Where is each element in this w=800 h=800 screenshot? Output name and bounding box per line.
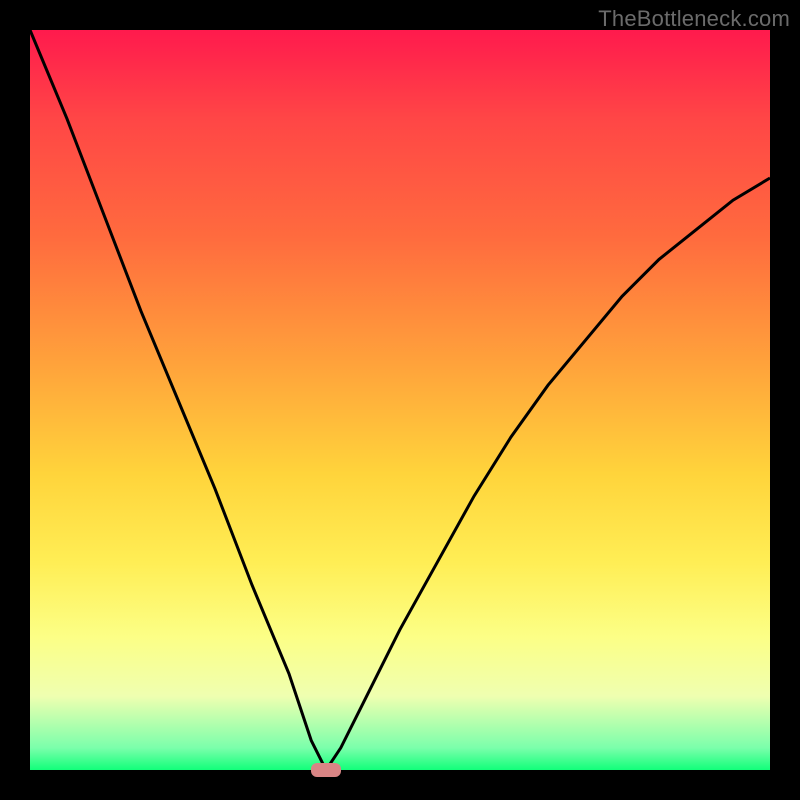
chart-frame: TheBottleneck.com xyxy=(0,0,800,800)
minimum-marker xyxy=(311,763,341,778)
curve-line xyxy=(30,30,770,770)
watermark-text: TheBottleneck.com xyxy=(598,6,790,32)
bottleneck-curve xyxy=(30,30,770,770)
